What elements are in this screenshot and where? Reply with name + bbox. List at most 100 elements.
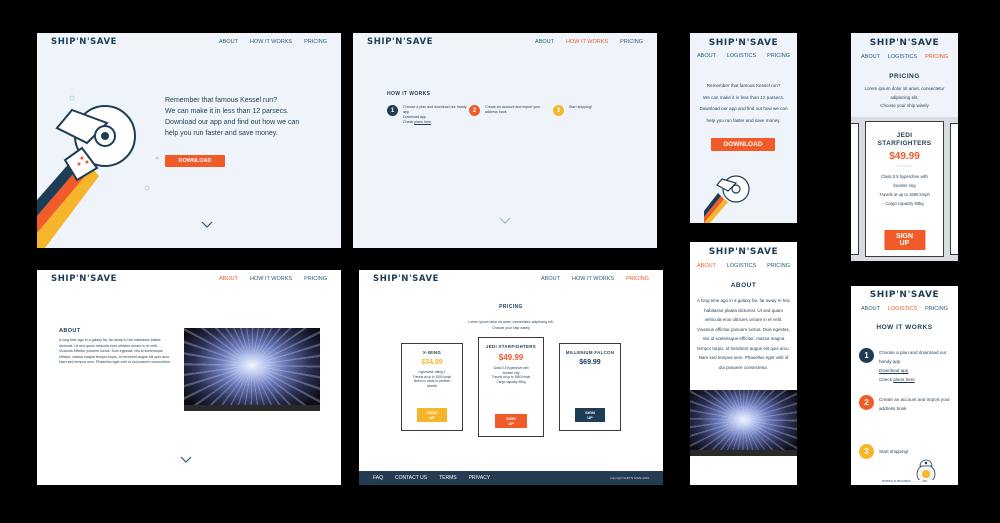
nav-about[interactable]: ABOUT (219, 39, 238, 45)
video-controls[interactable] (184, 405, 320, 411)
nav-links: ABOUT LOGISTICS PRICING (697, 53, 790, 59)
nav-how-it-works[interactable]: HOW IT WORKS (572, 276, 614, 282)
download-button[interactable]: DOWNLOAD (165, 155, 225, 167)
plans-link[interactable]: plans here (893, 377, 914, 382)
step-text: Choose a plan and download our handy app (403, 105, 467, 115)
falcon-rainbow-illustration (37, 95, 159, 248)
hero-line-1: Remember that famous Kessel run? (706, 83, 781, 88)
nav-about[interactable]: ABOUT (541, 276, 560, 282)
pricing-title: PRICING (889, 73, 920, 80)
pricing-carousel[interactable]: JEDI STARFIGHTERS $49.99 Best value Clas… (851, 117, 958, 261)
nav-pricing[interactable]: PRICING (626, 276, 649, 282)
nav-how-it-works[interactable]: HOW IT WORKS (250, 39, 292, 45)
plan-price: $34.99 (421, 359, 443, 366)
nav-about[interactable]: ABOUT (861, 306, 880, 312)
step-text: Create an account and import your addres… (485, 105, 541, 115)
step-1: 1 Choose a plan and download our handy a… (387, 105, 472, 125)
step-number: 2 (469, 105, 480, 116)
plans-link[interactable]: plans here (414, 120, 431, 124)
footer-privacy[interactable]: PRIVACY (469, 475, 491, 481)
frame-desktop-how: SHIP'N'SAVE ABOUT HOW IT WORKS PRICING H… (353, 33, 657, 248)
navbar: SHIP'N'SAVE ABOUT HOW IT WORKS PRICING (37, 270, 341, 288)
step-number: 2 (859, 395, 874, 410)
step-number: 3 (553, 105, 564, 116)
plan-card-next-edge[interactable] (950, 123, 958, 255)
nav-links: ABOUT HOW IT WORKS PRICING (219, 276, 327, 282)
plan-name: JEDI STARFIGHTERS (486, 344, 536, 349)
nav-logistics[interactable]: LOGISTICS (727, 53, 756, 59)
section-title: HOW IT WORKS (876, 324, 933, 331)
navbar: SHIP'N'SAVE ABOUT HOW IT WORKS PRICING (353, 33, 657, 51)
download-app-link[interactable]: Download app (879, 368, 908, 373)
video-controls[interactable] (690, 450, 797, 456)
pricing-intro-1: Lorem ipsum dolor sit amet, consectetur … (468, 320, 554, 324)
nav-pricing[interactable]: PRICING (620, 39, 643, 45)
copyright: Copyright SHIP'N'SAVE 2016 (609, 476, 649, 480)
plan-card-jedi: JEDI STARFIGHTERS $49.99 Best value Clas… (865, 121, 944, 257)
pricing-intro-2: Choose your ship wisely (880, 103, 929, 108)
nav-about[interactable]: ABOUT (697, 53, 716, 59)
video-player[interactable] (690, 390, 797, 456)
footer-contact[interactable]: CONTACT US (395, 475, 427, 481)
nav-pricing[interactable]: PRICING (925, 306, 948, 312)
frame-desktop-about: SHIP'N'SAVE ABOUT HOW IT WORKS PRICING A… (37, 270, 341, 485)
frame-desktop-pricing: SHIP'N'SAVE ABOUT HOW IT WORKS PRICING P… (359, 270, 663, 485)
nav-pricing[interactable]: PRICING (304, 276, 327, 282)
pricing-intro-2: Choose your ship wisely (492, 326, 530, 330)
hero-line-4: help you run faster and save money. (165, 130, 278, 137)
signup-button[interactable]: SIGN UP (417, 408, 447, 422)
nav-links: ABOUT LOGISTICS PRICING (697, 263, 790, 269)
chevron-down-icon[interactable] (499, 217, 511, 224)
logo[interactable]: SHIP'N'SAVE (690, 38, 797, 48)
nav-about[interactable]: ABOUT (697, 263, 716, 269)
step-text: Start shipping! (569, 105, 592, 109)
footer-terms[interactable]: TERMS (439, 475, 457, 481)
footer-faq[interactable]: FAQ (373, 475, 383, 481)
plan-card-prev-edge[interactable] (851, 123, 859, 255)
step-2: 2 Create an account and import your addr… (469, 105, 554, 116)
step-text: Start shipping! (879, 449, 909, 454)
logo[interactable]: SHIP'N'SAVE (51, 37, 117, 47)
about-title: ABOUT (730, 282, 757, 289)
nav-pricing[interactable]: PRICING (767, 53, 790, 59)
nav-logistics[interactable]: LOGISTICS (727, 263, 756, 269)
hero-line-2: We can make it in less than 12 parsecs. (165, 108, 289, 115)
plan-name: MILLENIUM FALCON (565, 350, 615, 355)
step-number: 1 (859, 348, 874, 363)
signup-button[interactable]: SIGN UP (883, 230, 926, 250)
nav-about[interactable]: ABOUT (535, 39, 554, 45)
pricing-intro-1: Lorem ipsum dolor sit amet, consectetur … (864, 86, 945, 100)
frame-mobile-hero: SHIP'N'SAVE ABOUT LOGISTICS PRICING Reme… (690, 33, 797, 223)
logo[interactable]: SHIP'N'SAVE (690, 247, 797, 257)
logo[interactable]: SHIP'N'SAVE (851, 290, 958, 300)
video-player[interactable] (184, 328, 320, 411)
plan-detail: Class 0.5 hyperdrive with (881, 174, 928, 179)
nav-about[interactable]: ABOUT (861, 54, 880, 60)
hero-line-1: Remember that famous Kessel run? (165, 97, 278, 104)
nav-how-it-works[interactable]: HOW IT WORKS (566, 39, 608, 45)
step-3: 3 Start shipping! (859, 444, 954, 459)
plan-card-falcon: MILLENIUM FALCON $69.99 SIGN UP (559, 343, 621, 431)
nav-pricing[interactable]: PRICING (767, 263, 790, 269)
chevron-down-icon[interactable] (180, 456, 192, 463)
signup-button[interactable]: SIGN UP (495, 414, 527, 428)
logo[interactable]: SHIP'N'SAVE (367, 37, 433, 47)
nav-pricing[interactable]: PRICING (925, 54, 948, 60)
nav-logistics[interactable]: LOGISTICS (888, 54, 917, 60)
plan-detail: Cargo capacity 60kg (496, 379, 526, 384)
chevron-down-icon[interactable] (201, 221, 213, 228)
plan-detail: Cargo capacity 60kg (885, 201, 924, 206)
logo[interactable]: SHIP'N'SAVE (51, 274, 117, 284)
logo[interactable]: SHIP'N'SAVE (373, 274, 439, 284)
nav-how-it-works[interactable]: HOW IT WORKS (250, 276, 292, 282)
hero-text: Remember that famous Kessel run? We can … (694, 80, 793, 126)
nav-about[interactable]: ABOUT (219, 276, 238, 282)
logo[interactable]: SHIP'N'SAVE (851, 38, 958, 48)
about-title: ABOUT (59, 328, 81, 334)
nav-logistics[interactable]: LOGISTICS (888, 306, 917, 312)
download-button[interactable]: DOWNLOAD (711, 138, 775, 151)
nav-links: ABOUT LOGISTICS PRICING (861, 54, 948, 60)
signup-button[interactable]: SIGN UP (575, 408, 605, 422)
nav-pricing[interactable]: PRICING (304, 39, 327, 45)
step-1: 1 Choose a plan and download our handy a… (859, 348, 954, 384)
